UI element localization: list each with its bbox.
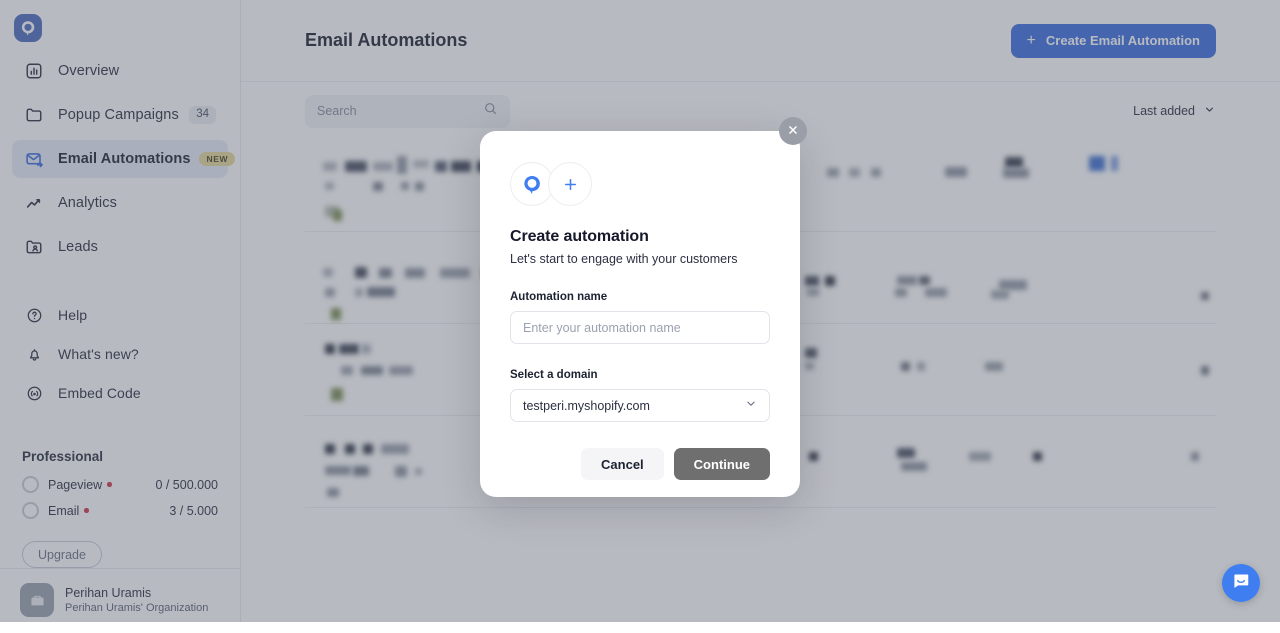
intercom-chat-icon: [1231, 571, 1251, 596]
domain-select-wrap: testperi.myshopify.com: [510, 389, 770, 422]
intercom-launcher-button[interactable]: [1222, 564, 1260, 602]
modal-close-button[interactable]: [779, 117, 807, 145]
domain-select[interactable]: testperi.myshopify.com: [510, 389, 770, 422]
create-automation-modal: Create automation Let's start to engage …: [480, 131, 800, 497]
automation-name-input[interactable]: [510, 311, 770, 344]
modal-subtitle: Let's start to engage with your customer…: [510, 252, 770, 266]
modal-actions: Cancel Continue: [510, 448, 770, 480]
modal-title: Create automation: [510, 228, 770, 246]
continue-button[interactable]: Continue: [674, 448, 770, 480]
domain-label: Select a domain: [510, 369, 770, 381]
cancel-button[interactable]: Cancel: [581, 448, 664, 480]
automation-name-label: Automation name: [510, 291, 770, 303]
plus-icon[interactable]: [548, 162, 592, 206]
modal-icon-group: [510, 162, 770, 206]
close-icon: [787, 124, 799, 139]
